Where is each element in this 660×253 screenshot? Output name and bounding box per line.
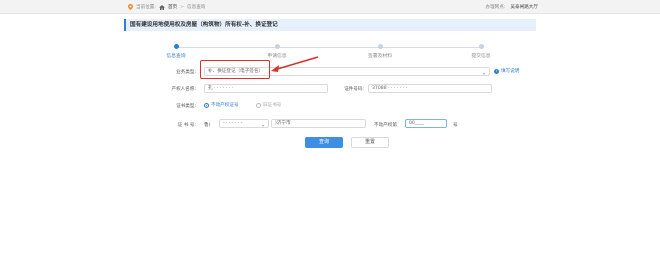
step-label: 信息查询 bbox=[166, 54, 186, 59]
owner-name-label: 产权人名称: bbox=[171, 87, 196, 92]
stepper-line bbox=[176, 47, 482, 48]
top-bar: 当前位置: 首页 > 信息查询 办理网点: 吴泰闸路大厅 bbox=[0, 0, 660, 14]
chevron-down-icon: ▾ bbox=[482, 71, 485, 76]
radio-old-cert[interactable]: 旧证书号 bbox=[256, 102, 281, 108]
annotation-arrow-icon bbox=[271, 56, 319, 72]
breadcrumb: 当前位置: 首页 > 信息查询 bbox=[128, 4, 205, 10]
instructions-link[interactable]: i 填写说明 bbox=[494, 68, 519, 74]
radio-label: 不动产权证号 bbox=[211, 103, 239, 108]
breadcrumb-home[interactable]: 首页 bbox=[168, 4, 177, 10]
id-number-input[interactable]: 37088 · · · · · · · bbox=[368, 84, 492, 93]
hall-label: 办理网点: bbox=[485, 5, 506, 10]
cert-no-prefix: 鲁( bbox=[204, 123, 211, 128]
property-no-suffix: 号 bbox=[453, 123, 458, 128]
radio-real-estate-cert[interactable]: 不动产权证号 bbox=[204, 102, 239, 108]
step-dot bbox=[478, 44, 484, 49]
query-button[interactable]: 查询 bbox=[305, 137, 343, 148]
step-3: 签署及材料 bbox=[350, 44, 410, 59]
location-label: 当前位置: bbox=[136, 5, 156, 10]
chevron-down-icon: ▾ bbox=[261, 123, 264, 128]
business-type-label: 业务类型: bbox=[176, 70, 196, 75]
cert-no-label: 证 书 号: bbox=[177, 123, 196, 128]
cert-year-value: - · · · · · - bbox=[223, 121, 243, 126]
hall-name: 吴泰闸路大厅 bbox=[510, 5, 538, 10]
cert-year-select[interactable]: - · · · · · - ▾ bbox=[219, 119, 269, 128]
annotation-highlight-box bbox=[200, 60, 270, 79]
breadcrumb-separator: > bbox=[180, 4, 184, 10]
service-hall: 办理网点: 吴泰闸路大厅 bbox=[485, 4, 538, 10]
owner-name-input[interactable]: 孔 · · · · · · · bbox=[204, 84, 328, 93]
radio-dot bbox=[256, 102, 261, 108]
radio-label: 旧证书号 bbox=[263, 103, 282, 108]
step-4: 提交信息 bbox=[451, 44, 511, 59]
property-no-label: 不动产权第 bbox=[374, 123, 397, 128]
property-no-input[interactable]: 00____ bbox=[405, 119, 447, 128]
step-1: 信息查询 bbox=[146, 44, 206, 59]
cert-type-label: 证书类型: bbox=[176, 104, 196, 109]
step-label: 提交信息 bbox=[471, 54, 491, 59]
cert-city-input[interactable]: )济宁市 bbox=[271, 119, 366, 128]
step-dot bbox=[274, 44, 280, 49]
page-title: 国有建设用地使用权及房屋（构筑物）所有权-补、换证登记 bbox=[124, 19, 536, 31]
radio-dot bbox=[204, 102, 209, 108]
location-pin-icon bbox=[128, 4, 133, 10]
instructions-link-label: 填写说明 bbox=[501, 69, 520, 74]
reset-button[interactable]: 重置 bbox=[351, 137, 389, 148]
step-label: 签署及材料 bbox=[368, 54, 392, 59]
home-icon bbox=[158, 4, 165, 10]
info-icon: i bbox=[494, 68, 499, 74]
breadcrumb-current: 信息查询 bbox=[187, 5, 206, 10]
step-dot bbox=[377, 44, 383, 49]
step-dot bbox=[173, 44, 179, 49]
id-number-label: 证件号码: bbox=[344, 87, 364, 92]
